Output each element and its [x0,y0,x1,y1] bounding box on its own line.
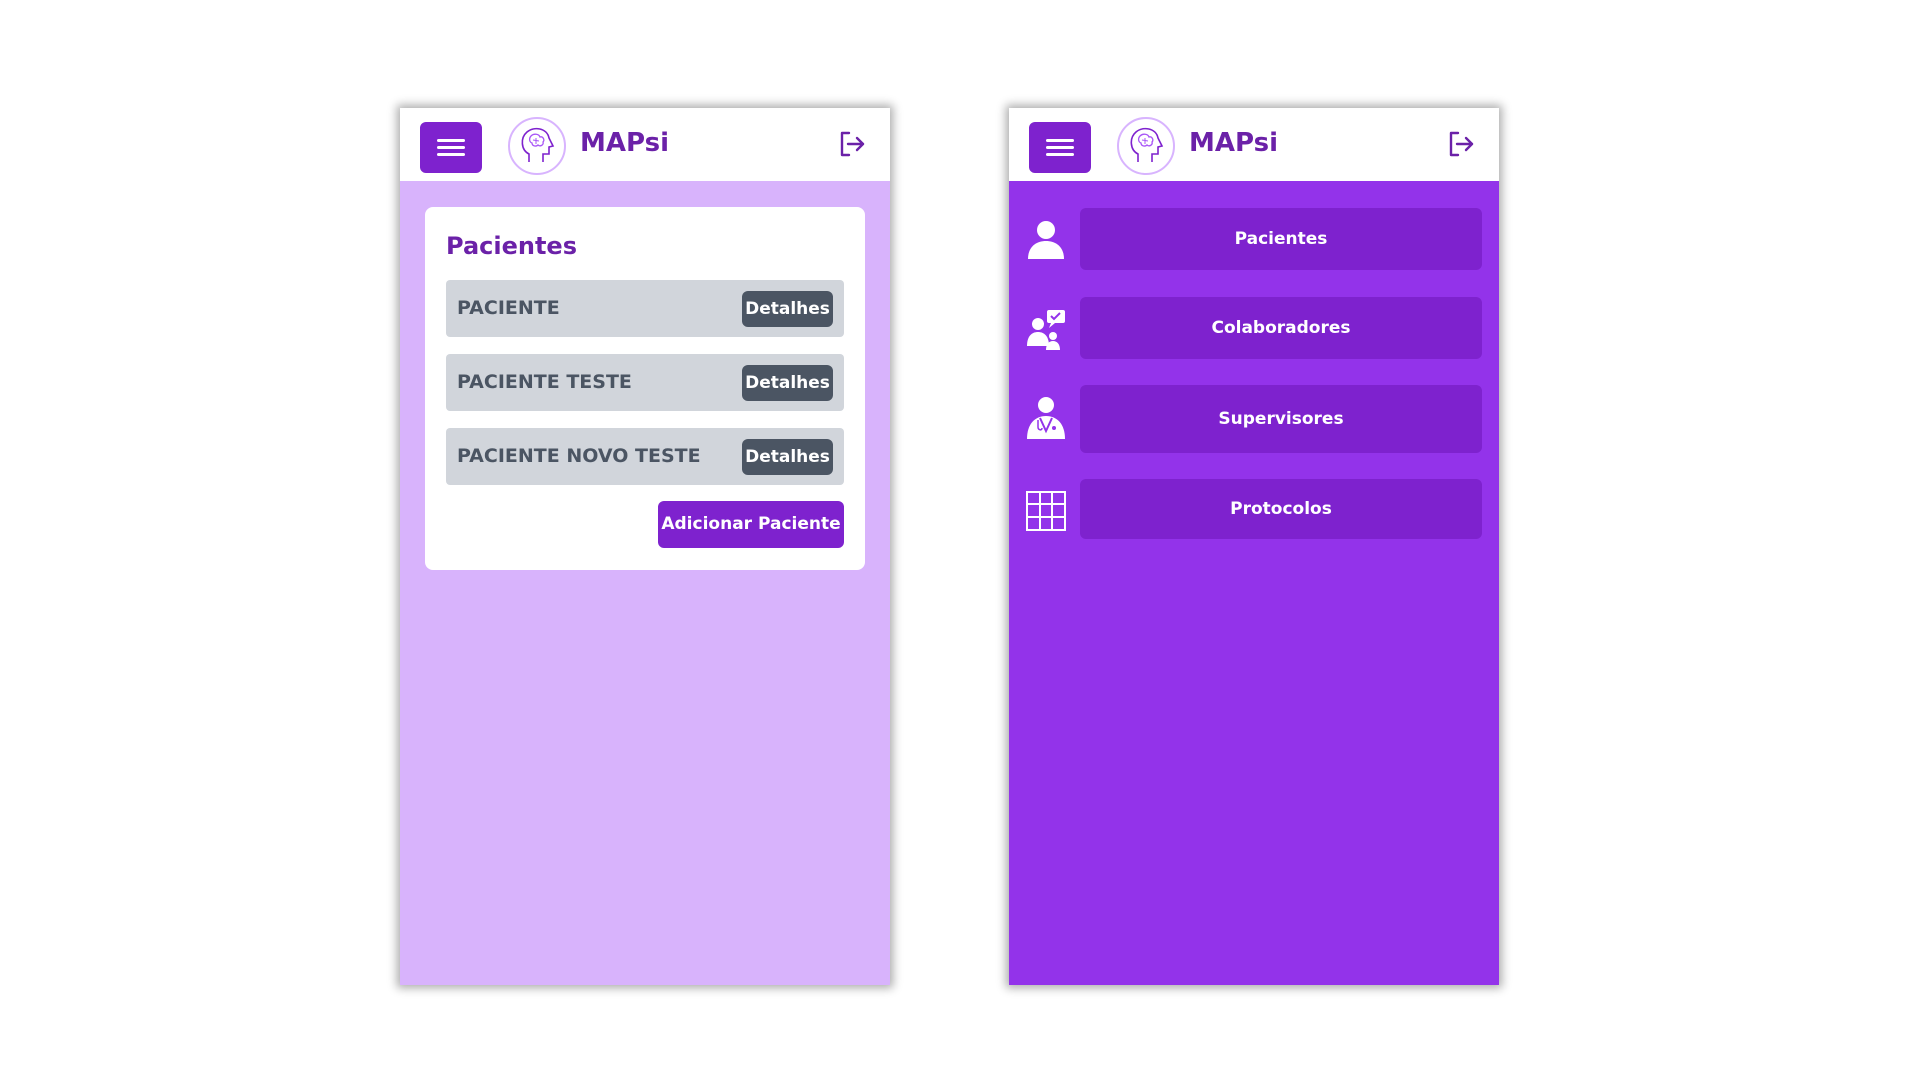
patients-card: Pacientes PACIENTE Detalhes PACIENTE TES… [425,207,865,570]
logout-icon[interactable] [1445,128,1477,160]
hamburger-icon [437,139,465,142]
brain-head-logo-icon [1116,116,1176,176]
menu-button[interactable] [1029,122,1091,173]
nav-item-colaboradores[interactable]: Colaboradores [1009,297,1499,361]
patients-screen: MAPsi Pacientes PACIENTE Detalhes PACIEN… [400,108,890,985]
menu-button[interactable] [420,122,482,173]
card-title: Pacientes [446,232,577,260]
nav-item-protocolos[interactable]: Protocolos [1009,479,1499,543]
pacientes-button[interactable]: Pacientes [1080,208,1482,270]
doctor-icon [1023,395,1069,441]
supervisores-button[interactable]: Supervisores [1080,385,1482,453]
details-button[interactable]: Detalhes [742,291,833,327]
logout-icon[interactable] [836,128,868,160]
patient-name: PACIENTE [457,297,560,319]
nav-item-pacientes[interactable]: Pacientes [1009,208,1499,272]
brain-head-logo-icon [507,116,567,176]
colaboradores-button[interactable]: Colaboradores [1080,297,1482,359]
patient-name: PACIENTE TESTE [457,371,632,393]
patient-row: PACIENTE NOVO TESTE Detalhes [446,428,844,485]
details-button[interactable]: Detalhes [742,365,833,401]
protocolos-button[interactable]: Protocolos [1080,479,1482,539]
patient-row: PACIENTE TESTE Detalhes [446,354,844,411]
patient-name: PACIENTE NOVO TESTE [457,445,701,467]
app-title: MAPsi [1189,128,1278,158]
patient-row: PACIENTE Detalhes [446,280,844,337]
add-patient-button[interactable]: Adicionar Paciente [658,501,844,548]
details-button[interactable]: Detalhes [742,439,833,475]
menu-screen: MAPsi Pacientes Colaboradores Supervisor… [1009,108,1499,985]
nav-item-supervisores[interactable]: Supervisores [1009,385,1499,453]
hamburger-icon [1046,139,1074,142]
user-icon [1023,217,1069,263]
app-title: MAPsi [580,128,669,158]
top-bar: MAPsi [1009,108,1499,181]
collaborators-chat-icon [1023,306,1069,352]
table-grid-icon [1023,487,1069,533]
top-bar: MAPsi [400,108,890,181]
